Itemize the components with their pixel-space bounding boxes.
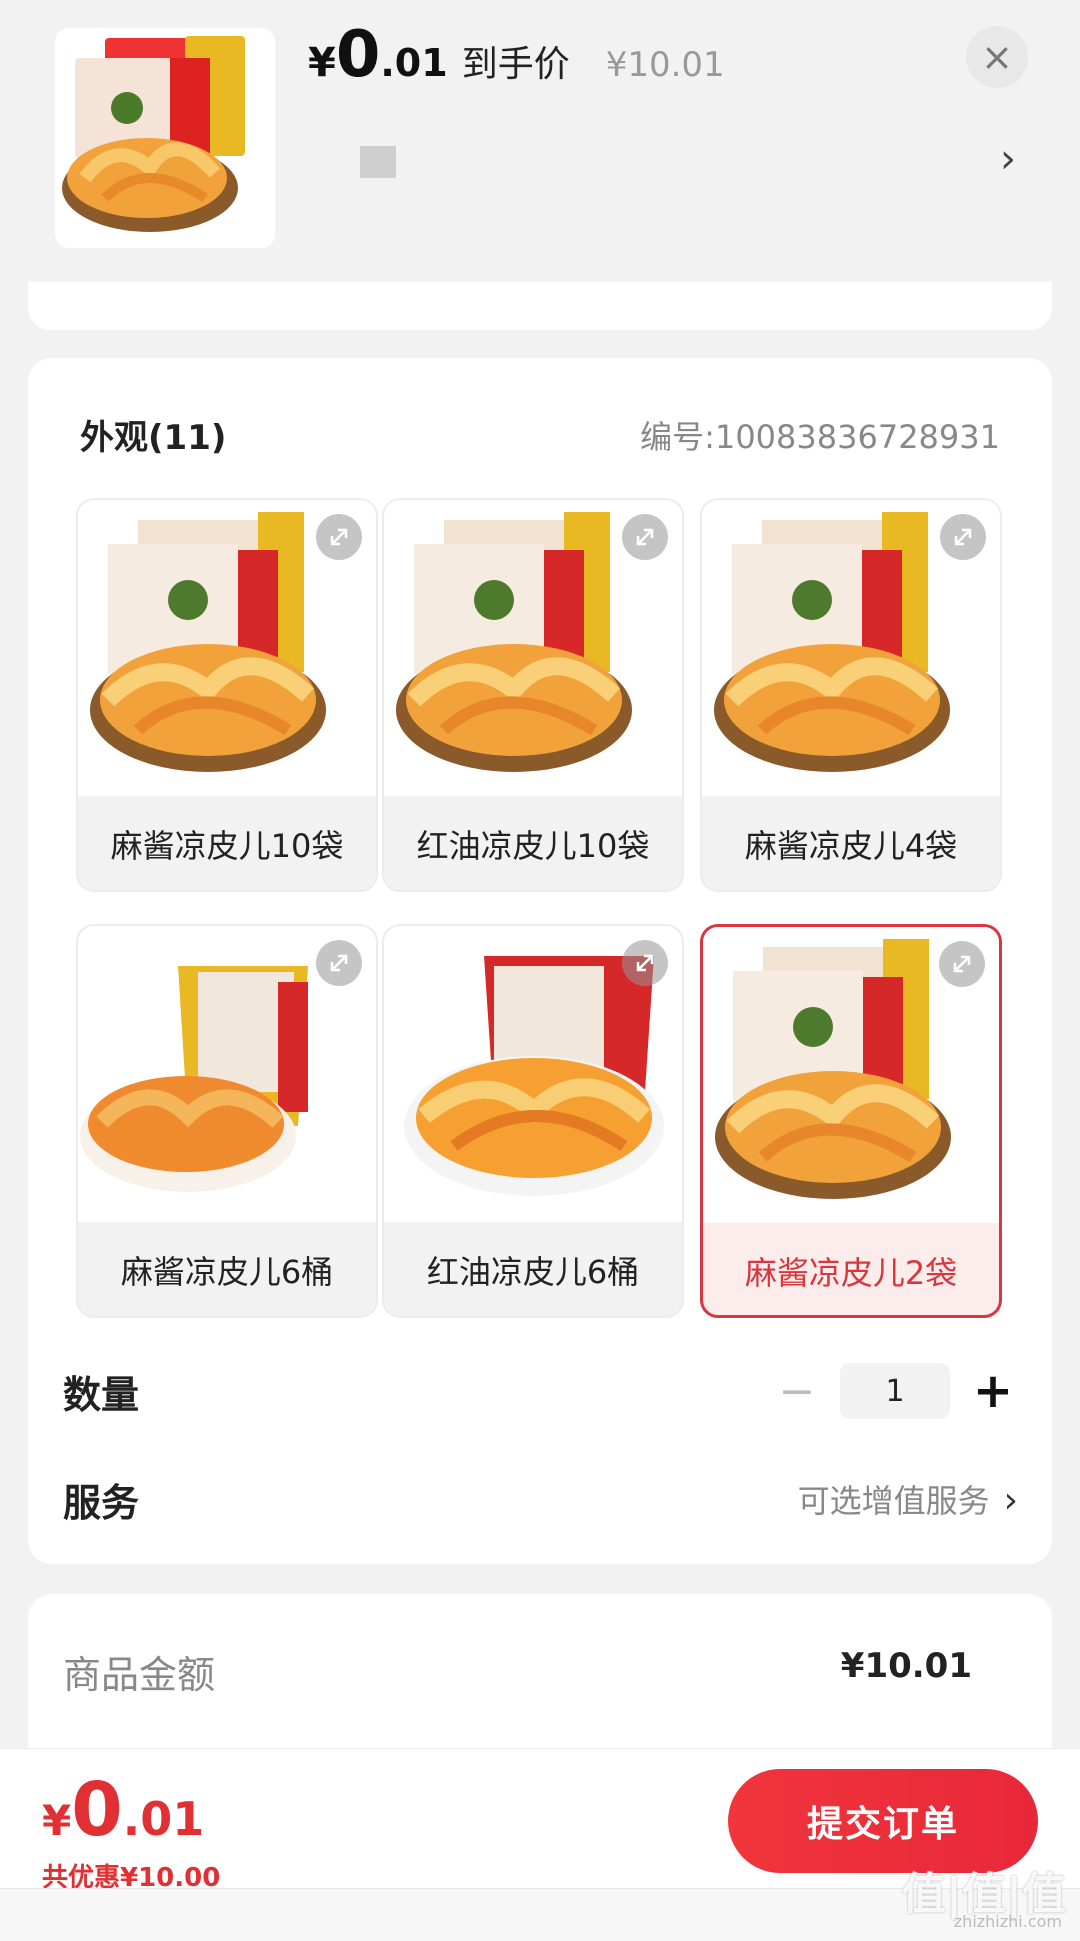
quantity-row: 数量 − 1 + [63, 1356, 1018, 1426]
original-price: ¥10.01 [605, 45, 725, 85]
spec-selection-card: 外观(11) 编号:10083836728931 麻酱凉皮儿10袋 红油凉皮儿1… [28, 358, 1052, 1564]
option-card[interactable]: 红油凉皮儿10袋 [382, 498, 684, 892]
price-row: ¥0.01 到手价 ¥10.01 [308, 18, 725, 92]
product-code: 编号:10083836728931 [640, 418, 1000, 456]
option-label: 麻酱凉皮儿2袋 [744, 1254, 958, 1292]
price-integer: 0 [335, 18, 381, 92]
option-label: 麻酱凉皮儿6桶 [120, 1253, 334, 1291]
option-label: 红油凉皮儿6桶 [426, 1253, 640, 1291]
zoom-icon[interactable] [316, 514, 362, 560]
zoom-icon[interactable] [316, 940, 362, 986]
option-card-selected[interactable]: 麻酱凉皮儿2袋 [700, 924, 1002, 1318]
plus-button[interactable]: + [968, 1363, 1018, 1419]
option-label: 红油凉皮儿10袋 [416, 827, 650, 865]
quantity-stepper: − 1 + [772, 1363, 1018, 1419]
zoom-icon[interactable] [622, 514, 668, 560]
option-image [702, 500, 1000, 796]
quantity-label: 数量 [63, 1372, 140, 1417]
address-card-bottom [28, 282, 1052, 330]
chevron-right-icon: › [1003, 1480, 1018, 1521]
zoom-icon[interactable] [940, 514, 986, 560]
service-label: 服务 [63, 1480, 140, 1525]
final-price: ¥0.01 [308, 18, 448, 92]
close-button[interactable]: × [966, 26, 1028, 88]
service-value: 可选增值服务 [797, 1482, 990, 1520]
option-card[interactable]: 麻酱凉皮儿10袋 [76, 498, 378, 892]
option-image [703, 927, 999, 1223]
option-card[interactable]: 麻酱凉皮儿4袋 [700, 498, 1002, 892]
price-currency: ¥ [308, 40, 336, 86]
price-tag: 到手价 [461, 44, 570, 85]
close-icon: × [981, 35, 1013, 79]
minus-button[interactable]: − [772, 1366, 822, 1417]
option-image [384, 926, 682, 1222]
quantity-input[interactable]: 1 [840, 1363, 950, 1419]
service-row[interactable]: 服务 可选增值服务 › [63, 1464, 1018, 1534]
zoom-icon[interactable] [939, 941, 985, 987]
product-image [62, 36, 245, 232]
appearance-title: 外观(11) [80, 418, 227, 458]
goods-amount-value: ¥10.01 [840, 1646, 972, 1686]
option-image [384, 500, 682, 796]
price-decimal: .01 [380, 41, 448, 85]
option-label: 麻酱凉皮儿4袋 [744, 827, 958, 865]
option-label: 麻酱凉皮儿10袋 [110, 827, 344, 865]
total-integer: 0 [71, 1767, 123, 1853]
total-decimal: .01 [122, 1792, 205, 1846]
zoom-icon[interactable] [622, 940, 668, 986]
product-header: ¥0.01 到手价 ¥10.01 × › [0, 0, 1080, 262]
chevron-right-icon[interactable]: › [1000, 136, 1016, 182]
option-image [78, 500, 376, 796]
total-price: ¥0.01 [42, 1767, 204, 1853]
option-card[interactable]: 红油凉皮儿6桶 [382, 924, 684, 1318]
goods-amount-label: 商品金额 [63, 1653, 216, 1697]
site-watermark-url: zhizhizhi.com [953, 1912, 1062, 1931]
product-thumbnail [55, 28, 275, 248]
option-image [78, 926, 376, 1222]
total-currency: ¥ [42, 1796, 72, 1845]
selected-swatch [360, 146, 396, 178]
service-selector[interactable]: 可选增值服务 › [798, 1476, 1018, 1522]
option-card[interactable]: 麻酱凉皮儿6桶 [76, 924, 378, 1318]
